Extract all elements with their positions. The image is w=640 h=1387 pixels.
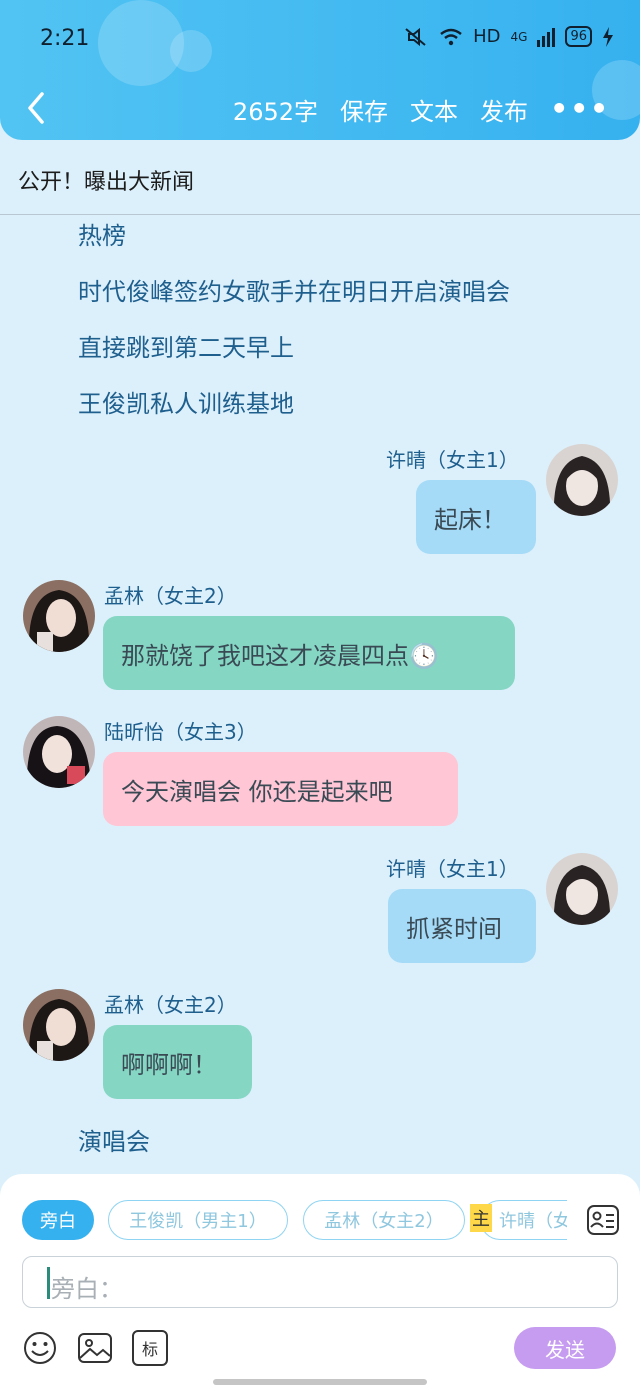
tag-button[interactable]: 标 <box>132 1330 168 1366</box>
story-title-row: 公开！曝出大新闻 <box>0 150 640 215</box>
avatar[interactable] <box>546 853 618 925</box>
message-input[interactable]: 旁白： <box>22 1256 618 1308</box>
message-bubble[interactable]: 那就饶了我吧这才凌晨四点🕓 <box>103 616 515 690</box>
home-indicator[interactable] <box>213 1379 427 1385</box>
emoji-icon[interactable] <box>22 1330 58 1366</box>
role-chip[interactable]: 王俊凯（男主1） <box>108 1200 288 1240</box>
role-chip[interactable]: 许晴（女 <box>480 1200 567 1240</box>
status-bar: 2:21 HD 4G 96 <box>0 0 640 78</box>
message-bubble[interactable]: 啊啊啊！ <box>103 1025 252 1099</box>
more-menu-button[interactable]: ••• <box>550 92 610 125</box>
avatar[interactable] <box>23 716 95 788</box>
message-bubble[interactable]: 今天演唱会 你还是起来吧 <box>103 752 458 826</box>
composer-panel: 旁白 王俊凯（男主1） 孟林（女主2） 许晴（女 主 旁白： 标 发送 <box>0 1174 640 1387</box>
avatar-image <box>23 716 95 788</box>
send-button[interactable]: 发送 <box>514 1327 616 1369</box>
word-count: 2652字 <box>232 98 318 126</box>
message-bubble[interactable]: 起床！ <box>416 480 536 554</box>
avatar-image <box>23 580 95 652</box>
wifi-icon <box>440 28 462 45</box>
speaker-name: 孟林（女主2） <box>104 584 237 608</box>
narration-line[interactable]: 时代俊峰签约女歌手并在明日开启演唱会 <box>78 272 510 307</box>
narration-line[interactable]: 演唱会 <box>78 1122 150 1157</box>
avatar[interactable] <box>23 989 95 1061</box>
network-label: HD <box>473 26 501 47</box>
status-time: 2:21 <box>40 26 90 51</box>
role-chip-narrator[interactable]: 旁白 <box>22 1200 94 1240</box>
mute-icon <box>405 27 426 46</box>
avatar-image <box>23 989 95 1061</box>
toolbar-actions: 2652字 保存 文本 发布 <box>233 92 528 127</box>
avatar-image <box>546 444 618 516</box>
back-icon[interactable] <box>22 88 52 128</box>
speaker-name: 孟林（女主2） <box>104 993 237 1017</box>
tag-button-label: 标 <box>141 1340 158 1359</box>
speaker-name: 许晴（女主1） <box>386 857 519 881</box>
status-icons: HD 4G 96 <box>403 26 614 47</box>
narration-line[interactable]: 热榜 <box>78 216 126 251</box>
role-chip[interactable]: 孟林（女主2） <box>303 1200 465 1240</box>
message-bubble[interactable]: 抓紧时间 <box>388 889 536 963</box>
avatar[interactable] <box>23 580 95 652</box>
narration-line[interactable]: 王俊凯私人训练基地 <box>78 384 294 419</box>
speaker-name: 许晴（女主1） <box>386 448 519 472</box>
role-tag-badge: 主 <box>470 1204 492 1232</box>
text-button[interactable]: 文本 <box>410 92 458 127</box>
speaker-name: 陆昕怡（女主3） <box>104 720 257 744</box>
story-title[interactable]: 公开！曝出大新闻 <box>18 164 194 196</box>
signal-icon <box>537 27 556 47</box>
battery-level: 96 <box>565 26 592 47</box>
top-toolbar: 2652字 保存 文本 发布 ••• <box>0 84 640 132</box>
save-button[interactable]: 保存 <box>340 92 388 127</box>
contacts-icon[interactable] <box>586 1203 620 1237</box>
input-placeholder: 旁白： <box>51 1275 123 1303</box>
avatar[interactable] <box>546 444 618 516</box>
image-icon[interactable] <box>77 1330 113 1366</box>
text-caret <box>47 1267 50 1299</box>
app-header: 2:21 HD 4G 96 2652字 保存 文本 发布 ••• <box>0 0 640 140</box>
signal-label: 4G <box>510 29 528 44</box>
publish-button[interactable]: 发布 <box>480 92 528 127</box>
charging-icon <box>603 26 613 47</box>
avatar-image <box>546 853 618 925</box>
narration-line[interactable]: 直接跳到第二天早上 <box>78 328 294 363</box>
